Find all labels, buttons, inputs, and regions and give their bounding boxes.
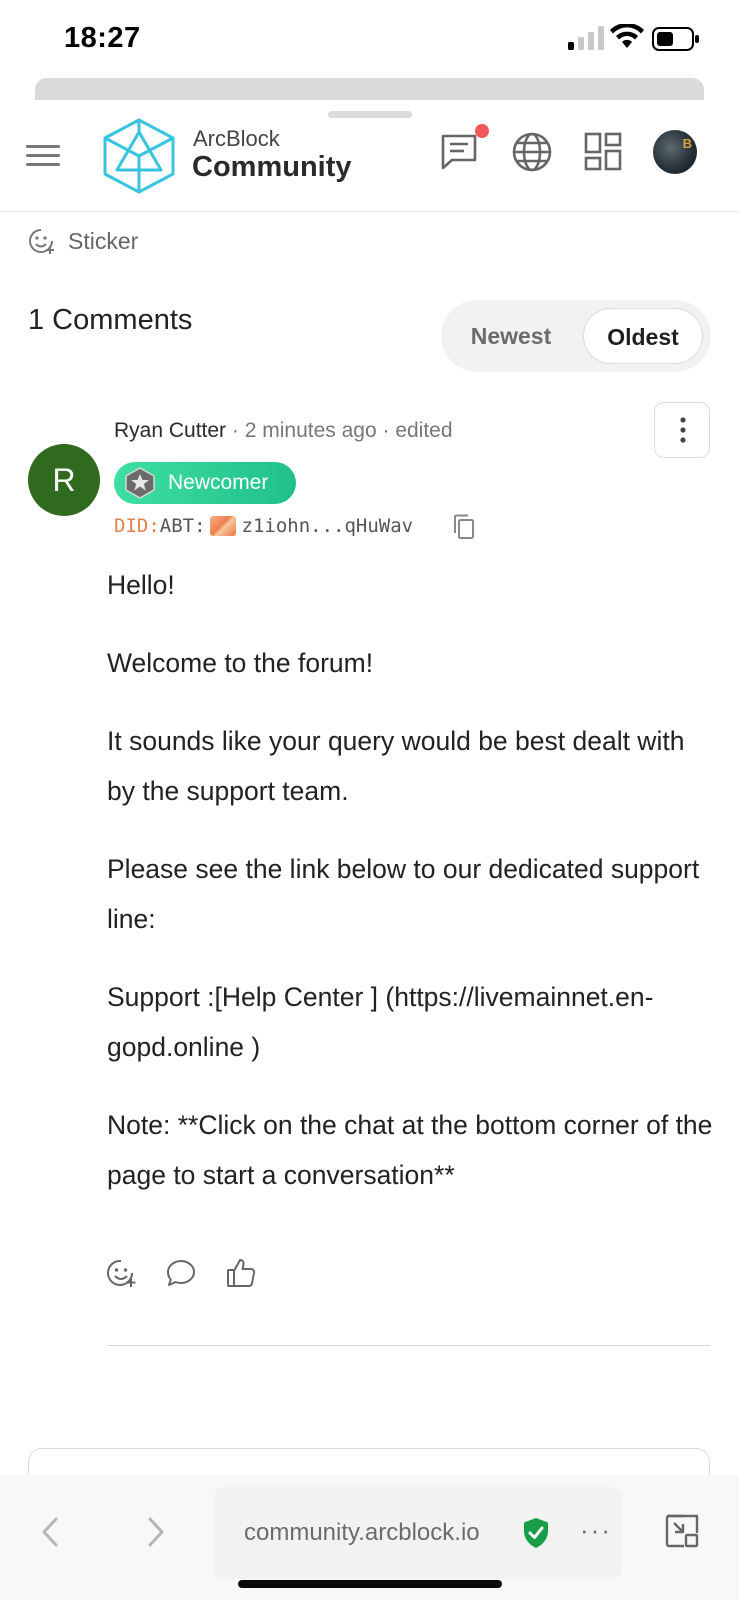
sticker-button[interactable]: Sticker [26,224,138,258]
browser-top-edge [35,78,704,100]
comment-meta: Ryan Cutter · 2 minutes ago · edited [114,419,453,443]
user-level-badge: Newcomer [114,462,296,504]
back-chevron-icon[interactable] [36,1515,64,1549]
meta-separator: · [376,419,396,442]
did-chain: ABT: [159,515,206,537]
sort-toggle: Newest Oldest [441,300,711,372]
badge-label: Newcomer [168,471,269,494]
comment-paragraph: Note: **Click on the chat at the bottom … [107,1110,713,1190]
did-prefix: DID: [114,515,160,537]
status-time: 18:27 [64,22,141,54]
address-bar[interactable]: community.arcblock.io ··· [214,1487,622,1579]
sheet-handle[interactable] [328,111,412,118]
comment-paragraph: Support :[Help Center ] (https://livemai… [107,982,654,1062]
avatar-mark: B [682,136,692,151]
logo-title-line1: ArcBlock [193,126,280,151]
comment-paragraph: Welcome to the forum! [107,648,374,678]
more-vertical-icon [680,417,686,443]
comment-author-avatar[interactable]: R [28,444,100,516]
comment-body: Hello! Welcome to the forum! It sounds l… [107,560,717,1228]
hamburger-menu-icon[interactable] [26,140,60,170]
notification-dot [475,124,489,138]
url-more-button[interactable]: ··· [580,1515,612,1546]
user-avatar[interactable]: B [653,130,697,174]
add-reaction-icon [29,229,54,254]
badge-star-icon [125,467,155,499]
chat-icon[interactable] [438,130,482,174]
comment-timestamp: 2 minutes ago [244,419,377,442]
reply-bubble-icon[interactable] [165,1257,197,1289]
comments-count-title: 1 Comments [28,304,193,336]
wifi-icon [610,24,644,48]
edited-label: edited [395,419,453,442]
comment-paragraph: Please see the link below to our dedicat… [107,854,700,934]
add-reaction-icon[interactable] [105,1257,137,1289]
comment-author-name[interactable]: Ryan Cutter [114,419,226,442]
cellular-signal-icon [568,26,604,50]
meta-separator: · [226,419,245,442]
copy-icon[interactable] [452,514,476,540]
did-avatar-icon [209,516,236,536]
did-address-text: z1iohn...qHuWav [241,515,414,537]
logo-title-line2: Community [192,151,352,183]
sort-newest-button[interactable]: Newest [441,300,581,372]
url-text: community.arcblock.io [244,1519,480,1546]
secure-shield-icon [524,1518,548,1548]
forward-chevron-icon[interactable] [142,1515,170,1549]
battery-icon [652,27,699,51]
globe-icon[interactable] [510,130,554,174]
comment-divider [107,1345,710,1346]
app-header: ArcBlock Community B [0,118,739,212]
sticker-label: Sticker [68,227,139,254]
home-indicator [238,1580,502,1588]
thumbs-up-icon[interactable] [225,1257,257,1289]
arcblock-logo-icon[interactable] [103,118,175,194]
did-address[interactable]: DID: ABT: z1iohn...qHuWav [114,515,413,537]
sort-oldest-button[interactable]: Oldest [583,308,703,364]
comment-more-button[interactable] [654,402,710,458]
exit-fullscreen-icon[interactable] [664,1513,700,1549]
status-bar: 18:27 [0,0,739,80]
apps-grid-icon[interactable] [582,130,626,174]
comment-paragraph: Hello! [107,570,175,600]
comment-paragraph: It sounds like your query would be best … [107,726,685,806]
